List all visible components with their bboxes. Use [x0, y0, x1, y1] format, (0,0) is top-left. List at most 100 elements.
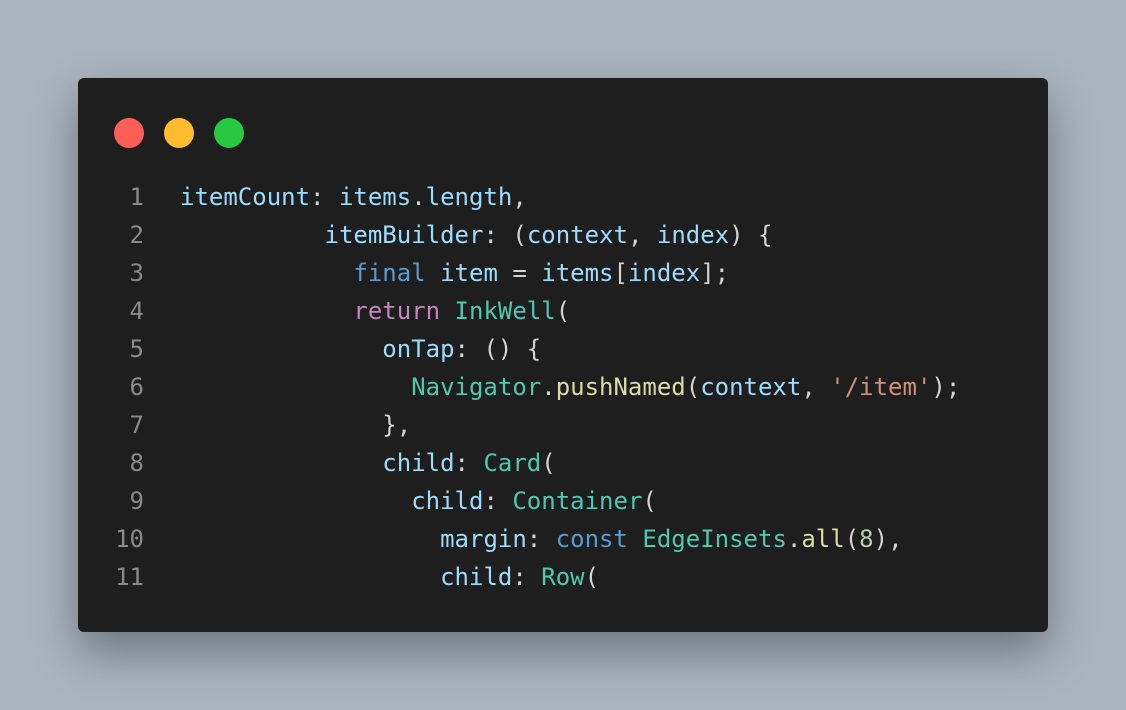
code-token: final — [353, 259, 426, 287]
code-line: 10 margin: const EdgeInsets.all(8), — [78, 520, 1048, 558]
code-text: child: Container( — [180, 482, 657, 520]
code-text: child: Row( — [180, 558, 599, 596]
code-token: : — [526, 525, 556, 553]
code-token: = — [497, 259, 542, 287]
code-token: ( — [642, 487, 657, 515]
code-token: length — [425, 183, 513, 211]
code-text: itemBuilder: (context, index) { — [180, 216, 773, 254]
code-token: onTap — [382, 335, 455, 363]
line-number: 7 — [129, 411, 144, 439]
code-text: itemCount: items.length, — [180, 178, 527, 216]
maximize-dot[interactable] — [214, 118, 244, 148]
code-token: }, — [382, 411, 412, 439]
line-number: 3 — [129, 259, 144, 287]
code-line: 4 return InkWell( — [78, 292, 1048, 330]
line-number: 4 — [129, 297, 144, 325]
code-token: all — [801, 525, 845, 553]
code-token: ), — [873, 525, 903, 553]
line-number: 11 — [115, 563, 144, 591]
code-token: : () { — [454, 335, 542, 363]
code-token: item — [440, 259, 498, 287]
code-token: ( — [555, 297, 571, 325]
code-line: 6 Navigator.pushNamed(context, '/item'); — [78, 368, 1048, 406]
code-line: 11 child: Row( — [78, 558, 1048, 596]
code-token: ]; — [700, 259, 730, 287]
line-number: 9 — [129, 487, 144, 515]
code-token: items — [338, 183, 412, 211]
code-line: 2 itemBuilder: (context, index) { — [78, 216, 1048, 254]
line-number: 10 — [115, 525, 144, 553]
code-line: 1 itemCount: items.length, — [78, 178, 1048, 216]
code-line: 8 child: Card( — [78, 444, 1048, 482]
code-token: , — [801, 373, 831, 401]
code-line: 3 final item = items[index]; — [78, 254, 1048, 292]
code-token: ) { — [729, 221, 773, 249]
code-token: child — [411, 487, 484, 515]
code-text: margin: const EdgeInsets.all(8), — [180, 520, 903, 558]
code-token: itemCount — [180, 183, 311, 211]
code-token: Container — [512, 487, 643, 515]
code-token: . — [786, 525, 802, 553]
code-token: : — [310, 183, 339, 211]
code-text: final item = items[index]; — [180, 254, 729, 292]
code-block: 1 itemCount: items.length, 2 itemBuilder: … — [78, 178, 1048, 596]
code-token: ( — [541, 449, 556, 477]
line-number: 8 — [129, 449, 144, 477]
code-token: 8 — [859, 525, 874, 553]
code-token: items — [541, 259, 614, 287]
code-token: ( — [584, 563, 600, 591]
code-token: , — [627, 221, 657, 249]
code-token: itemBuilder — [324, 221, 484, 249]
code-token: pushNamed — [555, 373, 686, 401]
code-token: child — [382, 449, 455, 477]
code-token: , — [512, 183, 527, 211]
code-token: InkWell — [454, 297, 556, 325]
code-line: 7 }, — [78, 406, 1048, 444]
code-token: . — [541, 373, 556, 401]
close-dot[interactable] — [114, 118, 144, 148]
code-token: context — [526, 221, 628, 249]
code-token: : — [454, 449, 484, 477]
line-number: 5 — [129, 335, 144, 363]
code-window: 1 itemCount: items.length, 2 itemBuilder: … — [78, 78, 1048, 632]
line-number: 6 — [129, 373, 144, 401]
code-token: ( — [844, 525, 860, 553]
code-token: child — [440, 563, 513, 591]
code-token: : — [483, 487, 513, 515]
code-token: : ( — [483, 221, 527, 249]
code-text: Navigator.pushNamed(context, '/item'); — [180, 368, 960, 406]
code-token: index — [656, 221, 730, 249]
code-text: child: Card( — [180, 444, 556, 482]
code-text: onTap: () { — [180, 330, 541, 368]
code-token: context — [700, 373, 802, 401]
code-token: ( — [685, 373, 701, 401]
code-token: Row — [541, 563, 585, 591]
minimize-dot[interactable] — [164, 118, 194, 148]
code-token: . — [411, 183, 426, 211]
code-line: 9 child: Container( — [78, 482, 1048, 520]
code-line: 5 onTap: () { — [78, 330, 1048, 368]
code-token: EdgeInsets — [642, 525, 787, 553]
code-token: return — [353, 297, 441, 325]
code-token: : — [512, 563, 542, 591]
code-token: Navigator — [411, 373, 542, 401]
code-token: [ — [613, 259, 628, 287]
code-token: index — [627, 259, 701, 287]
code-token: Card — [483, 449, 542, 477]
code-token: margin — [440, 525, 527, 553]
code-text: return InkWell( — [180, 292, 570, 330]
code-token: '/item' — [830, 373, 932, 401]
